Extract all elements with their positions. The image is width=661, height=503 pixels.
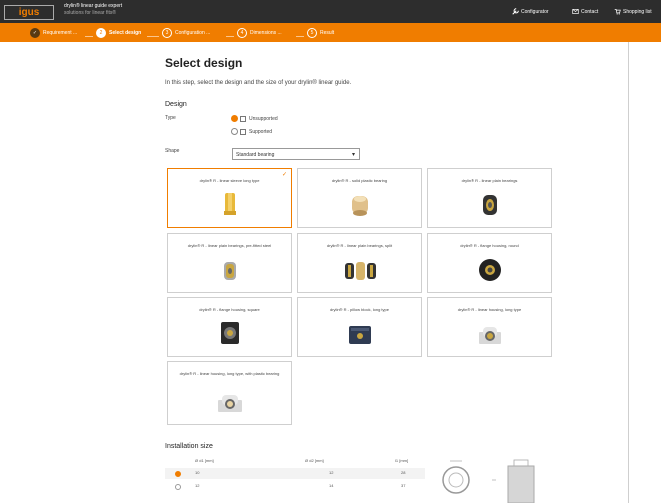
type-supported-radio[interactable] — [231, 128, 238, 135]
dimension-drawing — [442, 459, 535, 503]
nav-contact-label: Contact — [581, 8, 599, 15]
pillow-block-image — [348, 326, 371, 344]
design-card-pillow-block[interactable]: drylin® R - pillow block, long type — [297, 297, 422, 357]
cell-d2: 12 — [329, 470, 334, 475]
side-view-flange — [513, 459, 529, 467]
mail-icon — [572, 9, 579, 14]
card-title: drylin® R - linear plain bearings, split — [326, 243, 393, 248]
design-card-linear-housing-plastic[interactable]: drylin® R - linear housing, long type, w… — [167, 361, 292, 425]
igus-logo[interactable]: igus — [4, 5, 54, 20]
step-number: 5 — [307, 27, 317, 38]
split-bearing-image — [344, 262, 376, 280]
col-header-d1: Ø d1 [mm] — [195, 458, 214, 463]
step-number: 4 — [237, 27, 247, 38]
supported-diagram-icon — [240, 129, 246, 135]
cell-d2: 14 — [329, 483, 334, 488]
col-header-d2: Ø d2 [mm] — [305, 458, 324, 463]
plain-bearing-image — [482, 195, 497, 215]
card-title: drylin® R - linear housing, long type — [457, 307, 522, 312]
col-header-l1: l1 [mm] — [395, 458, 409, 463]
app-title: drylin® linear guide expert solutions fo… — [64, 3, 154, 17]
page-intro: In this step, select the design and the … — [165, 80, 352, 86]
wrench-icon — [512, 8, 519, 15]
page-title: Select design — [165, 56, 243, 70]
shape-select-value: Standard bearing — [236, 152, 275, 158]
step-label: Select design — [109, 29, 142, 36]
prefitted-bearing-image — [223, 262, 236, 280]
nav-shopping-list[interactable]: Shopping list — [614, 8, 652, 15]
shape-label: Shape — [165, 148, 180, 154]
card-title: drylin® R - pillow block, long type — [330, 307, 389, 312]
nav-contact[interactable]: Contact — [572, 8, 598, 15]
step-number: 2 — [96, 27, 106, 38]
step-select-design[interactable]: 2 Select design — [96, 27, 142, 38]
linear-housing-plastic-image — [217, 395, 242, 412]
table-row[interactable]: 12 14 37 — [165, 481, 425, 492]
step-divider — [296, 36, 304, 37]
cell-d1: 10 — [195, 470, 200, 475]
nav-shopping-list-label: Shopping list — [623, 8, 652, 15]
cell-l1: 37 — [401, 483, 406, 488]
step-label: Result — [320, 29, 335, 36]
content-border — [628, 42, 629, 503]
design-heading: Design — [165, 101, 187, 108]
long-sleeve-image — [223, 193, 236, 215]
installation-heading: Installation size — [165, 443, 213, 450]
card-title: drylin® R - linear housing, long type, w… — [179, 371, 280, 376]
shape-select[interactable]: Standard bearing ▾ — [232, 148, 360, 160]
design-card-split-bearing[interactable]: drylin® R - linear plain bearings, split — [297, 233, 422, 293]
step-divider — [147, 36, 159, 37]
type-label: Type — [165, 115, 176, 121]
type-unsupported-radio[interactable] — [231, 115, 238, 122]
flange-round-image — [478, 259, 501, 281]
cell-l1: 28 — [401, 470, 406, 475]
plastic-bearing-image — [351, 196, 368, 216]
card-title: drylin® R - linear plain bearings — [461, 178, 518, 183]
cart-icon — [614, 9, 621, 15]
step-divider — [226, 36, 234, 37]
app-subtitle: solutions for linear fits® — [64, 10, 117, 16]
app-title-text: drylin® linear guide expert — [64, 3, 123, 9]
design-card-plain-bearing[interactable]: drylin® R - linear plain bearings — [427, 168, 552, 228]
flange-square-image — [220, 322, 239, 344]
nav-configurator[interactable]: Configurator — [512, 8, 549, 15]
step-number: ✓ — [30, 27, 40, 38]
bearing-side-view — [507, 465, 535, 503]
nav-configurator-label: Configurator — [521, 8, 549, 15]
step-label: Requirement ... — [43, 29, 78, 36]
card-title: drylin® R - flange housing, square — [199, 307, 260, 312]
card-title: drylin® R - linear plain bearings, pre-f… — [187, 243, 272, 248]
check-icon: ✓ — [281, 172, 287, 178]
step-bar: ✓ Requirement ... 2 Select design 3 Conf… — [0, 23, 661, 42]
chevron-down-icon: ▾ — [351, 152, 355, 158]
cell-d1: 12 — [195, 483, 200, 488]
design-card-flange-round[interactable]: drylin® R - flange housing, round — [427, 233, 552, 293]
size-radio[interactable] — [175, 471, 181, 477]
size-radio[interactable] — [175, 484, 181, 490]
bearing-front-view — [442, 466, 470, 494]
card-title: drylin® R - flange housing, round — [460, 243, 519, 248]
design-card-long-sleeve[interactable]: ✓ drylin® R - linear sleeve long type — [167, 168, 292, 228]
step-label: Dimensions ... — [250, 29, 282, 36]
step-label: Configuration ... — [175, 29, 211, 36]
table-row[interactable]: 10 12 28 — [165, 468, 425, 479]
design-card-prefitted-bearing[interactable]: drylin® R - linear plain bearings, pre-f… — [167, 233, 292, 293]
design-card-flange-square[interactable]: drylin® R - flange housing, square — [167, 297, 292, 357]
card-title: drylin® R - linear sleeve long type — [199, 178, 260, 183]
bearing-bore — [448, 472, 464, 488]
step-requirements[interactable]: ✓ Requirement ... — [30, 27, 78, 38]
step-divider — [85, 36, 93, 37]
linear-housing-image — [478, 327, 501, 344]
design-card-plastic-bearing[interactable]: drylin® R - solid plastic bearing — [297, 168, 422, 228]
step-dimensions[interactable]: 4 Dimensions ... — [237, 27, 282, 38]
top-bar: igus drylin® linear guide expert solutio… — [0, 0, 661, 23]
design-card-linear-housing[interactable]: drylin® R - linear housing, long type — [427, 297, 552, 357]
unsupported-diagram-icon — [240, 116, 246, 122]
card-title: drylin® R - solid plastic bearing — [331, 178, 388, 183]
step-result[interactable]: 5 Result — [307, 27, 335, 38]
step-configuration[interactable]: 3 Configuration ... — [162, 27, 211, 38]
type-supported-label: Supported — [249, 129, 273, 135]
type-unsupported-label: Unsupported — [249, 116, 278, 122]
step-number: 3 — [162, 27, 172, 38]
